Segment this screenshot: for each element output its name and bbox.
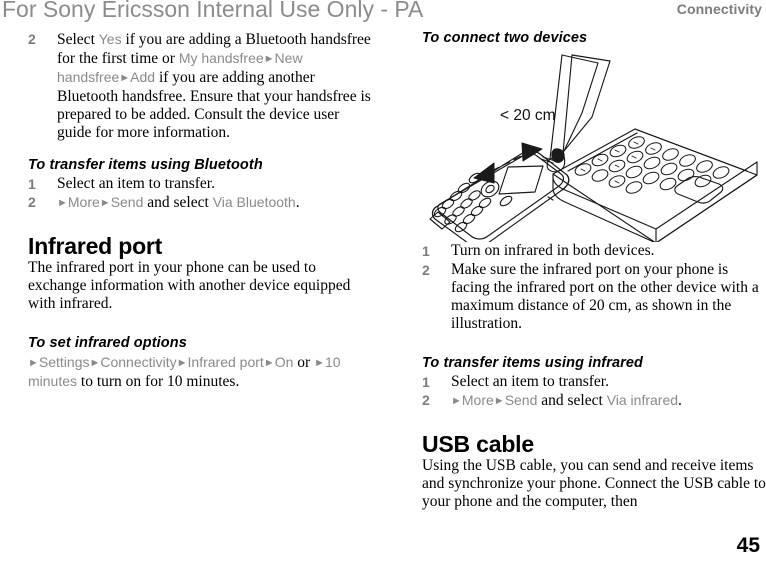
- connect-two-devices-steps: 1 Turn on infrared in both devices. 2 Make…: [422, 242, 766, 333]
- ui-label-more: More: [461, 392, 494, 408]
- page-number: 45: [736, 534, 760, 557]
- ui-label-via-infrared: Via infrared: [606, 392, 679, 408]
- procedure-heading-connect-two-devices: To connect two devices: [422, 30, 588, 46]
- step-number: 2: [422, 261, 430, 278]
- step-number: 1: [422, 243, 430, 260]
- distance-label: < 20 cm: [500, 107, 556, 124]
- ui-label-connectivity: Connectivity: [100, 353, 177, 370]
- step-text-part: Select: [57, 31, 99, 48]
- internal-use-watermark: For Sony Ericsson Internal Use Only - PA: [2, 0, 424, 22]
- menu-arrow-icon: ►: [314, 356, 325, 369]
- procedure-heading-transfer-bluetooth: To transfer items using Bluetooth: [28, 157, 263, 174]
- step-text: Turn on infrared in both devices.: [451, 242, 655, 260]
- step-text: Select an item to transfer.: [451, 372, 609, 390]
- ui-label-infrared-port: Infrared port: [187, 353, 264, 370]
- ui-label-via-bluetooth: Via Bluetooth: [212, 193, 296, 210]
- step-number: 1: [422, 373, 430, 390]
- menu-arrow-icon: ►: [263, 356, 275, 369]
- ui-label-send: Send: [110, 193, 144, 210]
- list-item: 2 ►More►Send and select Via Bluetooth.: [28, 193, 376, 212]
- list-item: 1 Select an item to transfer.: [422, 373, 766, 391]
- list-item: 2 ►More►Send and select Via infrared.: [422, 391, 766, 410]
- list-item: 2 Select Yes if you are adding a Bluetoot…: [28, 30, 376, 142]
- step-number: 2: [28, 193, 36, 210]
- menu-arrow-icon: ►: [119, 72, 131, 85]
- ui-label-settings: Settings: [38, 353, 90, 370]
- list-item: 1 Turn on infrared in both devices.: [422, 242, 766, 260]
- step-text-part: or: [293, 353, 315, 371]
- step-text-part: and select: [537, 392, 607, 409]
- ui-label-yes: Yes: [98, 31, 122, 47]
- ui-label-my-handsfree: My handsfree: [178, 50, 264, 67]
- step-text: Select an item to transfer.: [57, 174, 215, 192]
- step-number: 2: [28, 31, 36, 47]
- step-text: Make sure the infrared port on your phon…: [451, 260, 759, 333]
- menu-arrow-icon: ►: [89, 356, 101, 369]
- section-heading-infrared-port: Infrared port: [28, 233, 163, 260]
- menu-arrow-icon: ►: [176, 356, 188, 369]
- set-infrared-options-path: ►Settings►Connectivity►Infrared port►On …: [28, 353, 376, 391]
- ui-label-add: Add: [130, 69, 156, 86]
- section-heading-usb-cable: USB cable: [422, 431, 534, 458]
- bluetooth-handsfree-steps: 2 Select Yes if you are adding a Bluetoot…: [28, 30, 376, 142]
- transfer-infrared-steps: 1 Select an item to transfer. 2 ►More►Send…: [422, 373, 766, 410]
- procedure-heading-set-infrared-options: To set infrared options: [28, 335, 187, 352]
- chapter-heading: Connectivity: [676, 1, 762, 17]
- infrared-connection-illustration: < 20 cm: [422, 47, 766, 243]
- step-text-part: .: [678, 392, 682, 409]
- list-item: 1 Select an item to transfer.: [28, 175, 376, 193]
- menu-arrow-icon: ►: [28, 356, 39, 369]
- transfer-bluetooth-steps: 1 Select an item to transfer. 2 ►More►Send…: [28, 175, 376, 212]
- infrared-port-body: The infrared port in your phone can be u…: [28, 258, 351, 313]
- ui-label-on: On: [274, 353, 294, 370]
- step-text-part: and select: [143, 193, 213, 211]
- ui-label-more: More: [67, 193, 100, 210]
- step-number: 2: [422, 392, 430, 408]
- step-text-part: to turn on for 10 minutes.: [77, 373, 240, 391]
- menu-arrow-icon: ►: [57, 196, 68, 209]
- right-column: To connect two devices < 20 cm 1 Turn on…: [422, 30, 766, 512]
- menu-arrow-icon: ►: [99, 196, 111, 209]
- menu-arrow-icon: ►: [451, 395, 462, 407]
- usb-cable-body: Using the USB cable, you can send and re…: [422, 457, 766, 511]
- procedure-heading-transfer-infrared: To transfer items using infrared: [422, 355, 644, 372]
- menu-arrow-icon: ►: [263, 53, 275, 66]
- step-text-part: .: [295, 193, 300, 211]
- list-item: 2 Make sure the infrared port on your pho…: [422, 261, 766, 334]
- step-number: 1: [28, 175, 36, 192]
- ui-label-send: Send: [504, 392, 538, 408]
- menu-arrow-icon: ►: [493, 395, 505, 407]
- left-column: 2 Select Yes if you are adding a Bluetoot…: [28, 30, 376, 391]
